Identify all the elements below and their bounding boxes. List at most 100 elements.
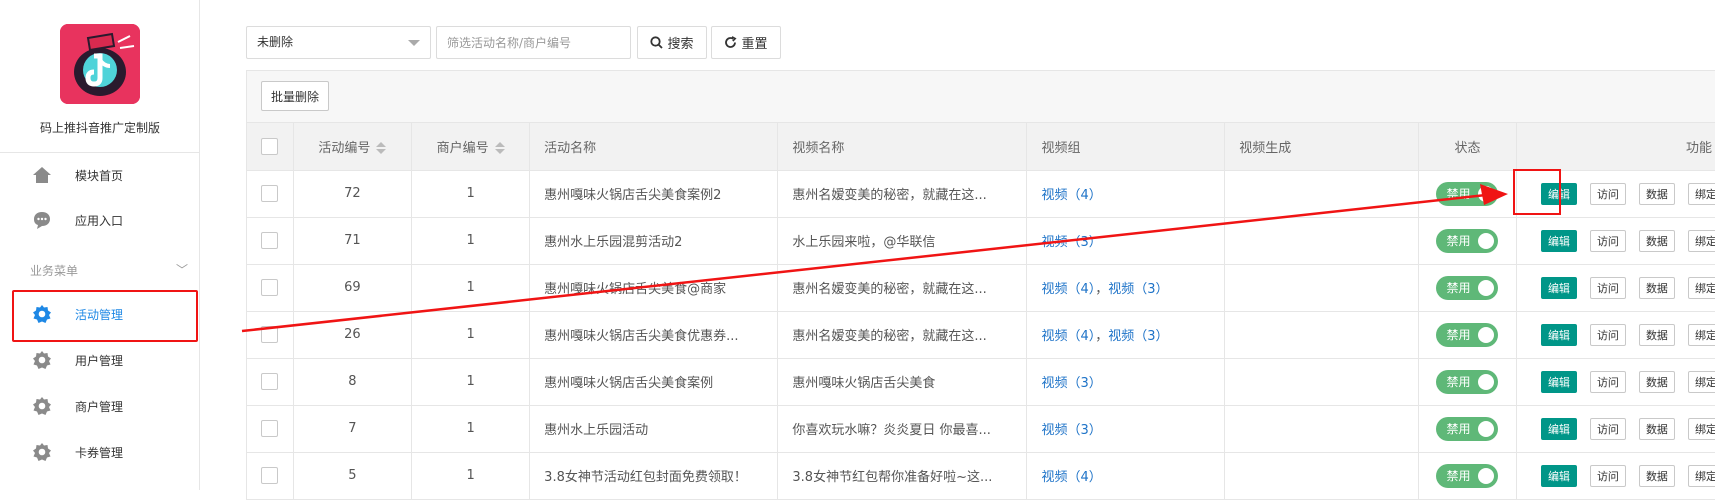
row-checkbox[interactable] (261, 326, 279, 343)
video-name: 惠州名嫒变美的秘密，就藏在这... (777, 170, 1028, 218)
chevron-down-icon[interactable]: ﹀ (176, 261, 188, 278)
video-group-link[interactable]: 视频（4） (1041, 470, 1101, 485)
table-row: 5 1 3.8女神节活动红包封面免费领取！ 3.8女神节红包帮你准备好啦~这... 视频… (247, 452, 1715, 500)
status-toggle[interactable]: 禁用 (1436, 228, 1499, 253)
table-row: 71 1 惠州水上乐园混剪活动2 水上乐园来啦，@华联信 视频（3） 禁用 编辑 访问 数据 绑定 (247, 217, 1715, 265)
visit-button[interactable]: 访问 (1589, 464, 1626, 487)
video-group-link[interactable]: 视频（3） (1041, 235, 1101, 250)
nav-item-label: 应用入口 (75, 213, 124, 228)
sort-icon[interactable] (376, 142, 387, 155)
batch-delete-button[interactable]: 批量删除 (261, 81, 329, 111)
video-generate (1224, 452, 1419, 500)
data-button[interactable]: 数据 (1638, 229, 1675, 252)
sort-icon[interactable] (494, 142, 505, 155)
visit-button[interactable]: 访问 (1589, 417, 1626, 440)
data-button[interactable]: 数据 (1638, 370, 1675, 393)
row-checkbox[interactable] (261, 279, 279, 296)
bind-button[interactable]: 绑定 (1687, 417, 1715, 440)
functions-cell: 编辑 访问 数据 绑定 (1516, 452, 1715, 500)
video-group: 视频（4） (1026, 452, 1226, 500)
video-group: 视频（4） (1026, 170, 1226, 218)
reset-button[interactable]: 重置 (711, 26, 781, 59)
data-button[interactable]: 数据 (1638, 276, 1675, 299)
search-button[interactable]: 搜索 (637, 26, 707, 59)
row-checkbox[interactable] (261, 420, 279, 437)
nav-item-user-management[interactable]: 用户管理 (0, 340, 200, 380)
reset-button-label: 重置 (741, 37, 768, 52)
edit-button[interactable]: 编辑 (1540, 370, 1577, 393)
bind-button[interactable]: 绑定 (1687, 229, 1715, 252)
bind-button[interactable]: 绑定 (1687, 370, 1715, 393)
video-group-link[interactable]: 视频（4） (1041, 188, 1101, 203)
visit-button[interactable]: 访问 (1589, 323, 1626, 346)
row-checkbox[interactable] (261, 373, 279, 390)
search-input[interactable] (436, 26, 631, 59)
video-group-link[interactable]: 视频（4） (1041, 282, 1095, 297)
status-toggle[interactable]: 禁用 (1436, 416, 1499, 441)
video-group-link[interactable]: 视频（3） (1041, 376, 1101, 391)
edit-button[interactable]: 编辑 (1540, 276, 1577, 299)
video-group-link[interactable]: 视频（3） (1108, 282, 1168, 297)
activity-name: 3.8女神节活动红包封面免费领取！ (529, 452, 779, 500)
video-group-link[interactable]: 视频（3） (1041, 423, 1101, 438)
edit-button[interactable]: 编辑 (1540, 229, 1577, 252)
nav-item-app-entry[interactable]: 应用入口 (0, 200, 200, 240)
activity-name: 惠州嘎味火锅店舌尖美食案例 (529, 358, 779, 406)
status-toggle[interactable]: 禁用 (1436, 463, 1499, 488)
edit-button[interactable]: 编辑 (1540, 464, 1577, 487)
table-row: 72 1 惠州嘎味火锅店舌尖美食案例2 惠州名嫒变美的秘密，就藏在这... 视频（4） 禁… (247, 170, 1715, 218)
header-activity-id[interactable]: 活动编号 (293, 123, 413, 171)
functions-cell: 编辑 访问 数据 绑定 (1516, 405, 1715, 453)
status-toggle[interactable]: 禁用 (1436, 369, 1499, 394)
bind-button[interactable]: 绑定 (1687, 464, 1715, 487)
select-all-checkbox[interactable] (261, 137, 279, 155)
visit-button[interactable]: 访问 (1589, 276, 1626, 299)
status-toggle[interactable]: 禁用 (1436, 322, 1499, 347)
row-checkbox[interactable] (261, 185, 279, 202)
bind-button[interactable]: 绑定 (1687, 182, 1715, 205)
header-functions: 功能 (1516, 123, 1715, 171)
row-checkbox[interactable] (261, 232, 279, 249)
activity-name: 惠州嘎味火锅店舌尖美食案例2 (529, 170, 779, 218)
header-video-group: 视频组 (1026, 123, 1226, 171)
activity-name: 惠州嘎味火锅店舌尖美食@商家 (529, 264, 779, 312)
bind-button[interactable]: 绑定 (1687, 276, 1715, 299)
row-checkbox[interactable] (261, 467, 279, 484)
video-name: 3.8女神节红包帮你准备好啦~这... (777, 452, 1028, 500)
data-button[interactable]: 数据 (1638, 323, 1675, 346)
bind-button[interactable]: 绑定 (1687, 323, 1715, 346)
merchant-id: 1 (411, 311, 531, 359)
visit-button[interactable]: 访问 (1589, 229, 1626, 252)
edit-button[interactable]: 编辑 (1540, 323, 1577, 346)
visit-button[interactable]: 访问 (1589, 370, 1626, 393)
data-button[interactable]: 数据 (1638, 464, 1675, 487)
status-filter-select[interactable]: 未删除 (246, 26, 431, 59)
activity-table-panel: 批量删除 活动编号 商户编号 活动名称 视频名称 视频组 视频生成 状态 功能 … (246, 70, 1715, 500)
visit-button[interactable]: 访问 (1589, 182, 1626, 205)
video-group-link[interactable]: 视频（3） (1108, 329, 1168, 344)
header-merchant-id[interactable]: 商户编号 (411, 123, 531, 171)
header-video-generate: 视频生成 (1224, 123, 1419, 171)
nav-item-coupon-management[interactable]: 卡券管理 (0, 432, 200, 472)
data-button[interactable]: 数据 (1638, 417, 1675, 440)
status-cell: 禁用 (1418, 264, 1517, 312)
status-cell: 禁用 (1418, 217, 1517, 265)
merchant-id: 1 (411, 405, 531, 453)
data-button[interactable]: 数据 (1638, 182, 1675, 205)
functions-cell: 编辑 访问 数据 绑定 (1516, 264, 1715, 312)
video-group: 视频（4），视频（3） (1026, 311, 1226, 359)
nav-item-merchant-management[interactable]: 商户管理 (0, 386, 200, 426)
video-generate (1224, 170, 1419, 218)
row-checkbox-cell (247, 264, 294, 312)
video-group-link[interactable]: 视频（4） (1041, 329, 1095, 344)
toggle-knob (1478, 373, 1495, 390)
status-cell: 禁用 (1418, 170, 1517, 218)
toggle-knob (1478, 185, 1495, 202)
activity-name: 惠州嘎味火锅店舌尖美食优惠券... (529, 311, 779, 359)
nav-item-home[interactable]: 模块首页 (0, 155, 200, 195)
status-toggle[interactable]: 禁用 (1436, 275, 1499, 300)
search-icon (650, 36, 664, 49)
status-toggle[interactable]: 禁用 (1436, 181, 1499, 206)
activity-id: 72 (293, 170, 413, 218)
edit-button[interactable]: 编辑 (1540, 417, 1577, 440)
